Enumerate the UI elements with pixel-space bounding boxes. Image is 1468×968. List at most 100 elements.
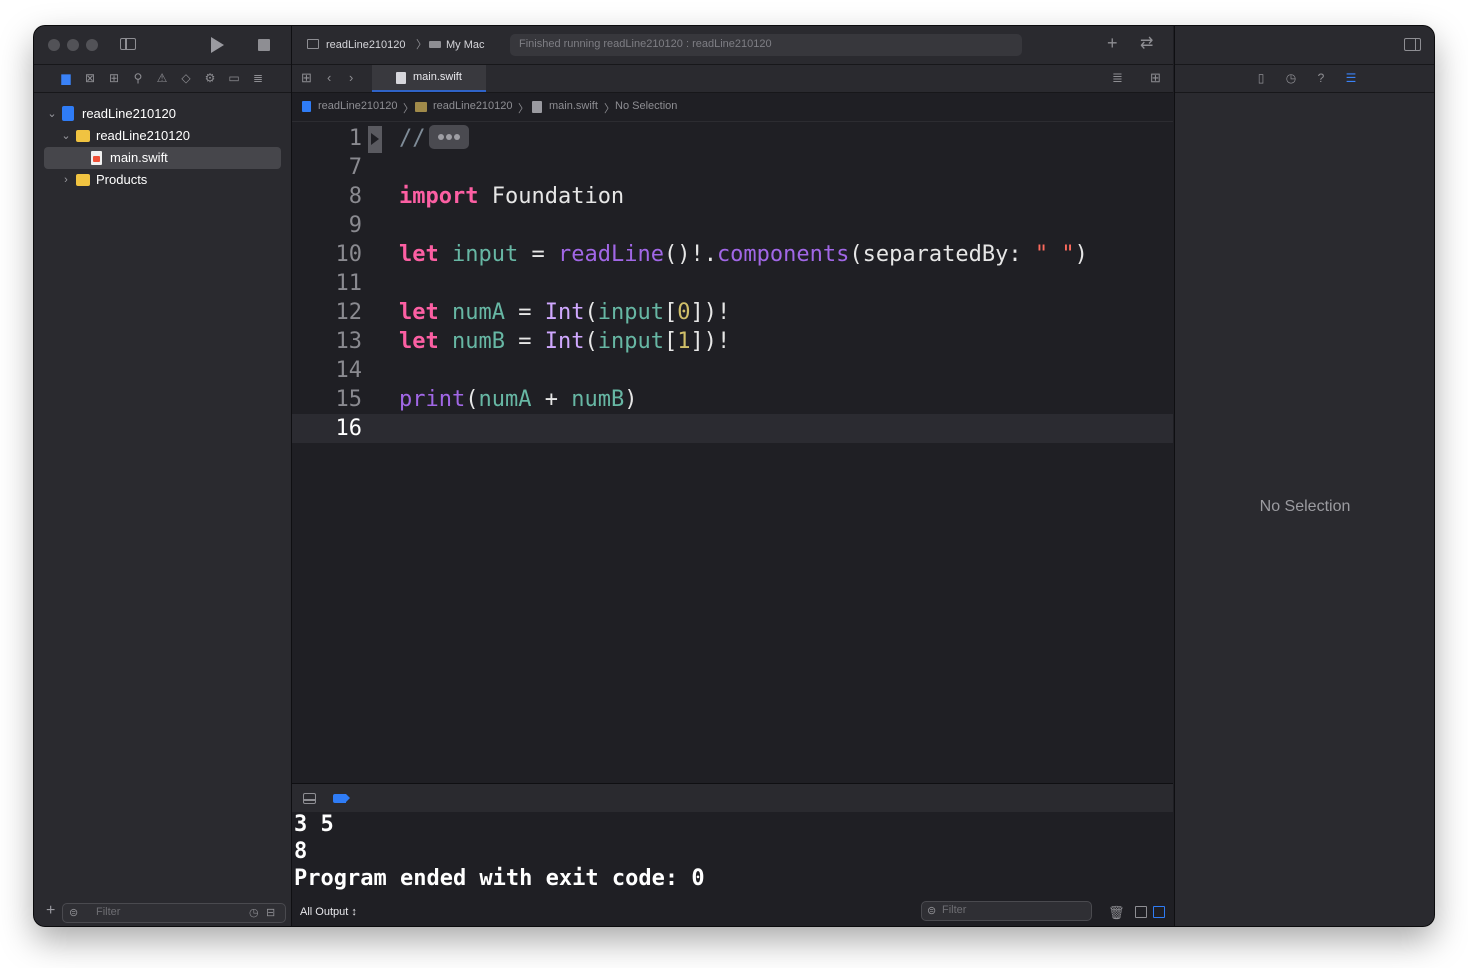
breadcrumb-symbol[interactable]: No Selection bbox=[615, 100, 677, 112]
code-text: let input = readLine()!.components(separ… bbox=[399, 240, 1088, 269]
tab-main-swift[interactable]: main.swift bbox=[372, 65, 486, 92]
activity-view: Finished running readLine210120 : readLi… bbox=[510, 34, 1022, 56]
issue-navigator-warning-icon[interactable]: ⚠ bbox=[155, 71, 169, 85]
quick-help-icon[interactable]: ? bbox=[1314, 71, 1328, 85]
code-line[interactable]: 1 // bbox=[292, 124, 1173, 153]
mac-destination-icon bbox=[429, 41, 441, 48]
code-line[interactable]: 7 bbox=[292, 153, 1173, 182]
swift-file-icon bbox=[532, 101, 542, 113]
folded-code-ellipsis-icon[interactable] bbox=[428, 125, 469, 149]
code-line[interactable]: 14 bbox=[292, 356, 1173, 385]
code-token: [ bbox=[663, 300, 678, 325]
code-token: ) bbox=[1074, 242, 1088, 267]
split-editor-icon[interactable]: ⊞ bbox=[1150, 71, 1161, 85]
symbol-navigator-icon[interactable]: ⊞ bbox=[107, 71, 121, 85]
code-text: import Foundation bbox=[399, 182, 624, 211]
sidebar-toggle-icon[interactable] bbox=[120, 38, 136, 50]
line-number: 13 bbox=[335, 329, 363, 354]
forward-chevron-icon[interactable]: › bbox=[349, 71, 353, 85]
breadcrumb-project[interactable]: readLine210120 bbox=[318, 100, 398, 112]
zoom-window-button[interactable] bbox=[86, 39, 98, 51]
inspector-toggle-icon[interactable] bbox=[1404, 38, 1421, 51]
test-navigator-diamond-icon[interactable]: ◇ bbox=[179, 71, 193, 85]
debug-navigator-icon[interactable]: ⚙ bbox=[203, 71, 217, 85]
folder-icon bbox=[76, 174, 90, 186]
code-line[interactable]: 12 let numA = Int(input[0])! bbox=[292, 298, 1173, 327]
code-token: ) bbox=[624, 387, 638, 412]
code-line[interactable]: 8 import Foundation bbox=[292, 182, 1173, 211]
history-clock-icon[interactable]: ◷ bbox=[1284, 71, 1298, 85]
activity-status: Finished running readLine210120 : readLi… bbox=[519, 38, 772, 50]
breadcrumb-file[interactable]: main.swift bbox=[549, 100, 598, 112]
code-token: numA bbox=[452, 300, 505, 325]
show-console-view-icon[interactable] bbox=[1153, 906, 1165, 918]
show-changed-files-icon[interactable]: ⊟ bbox=[266, 906, 275, 919]
recent-files-clock-icon[interactable]: ◷ bbox=[249, 906, 259, 919]
close-window-button[interactable] bbox=[48, 39, 60, 51]
chevron-right-icon[interactable]: › bbox=[60, 169, 72, 191]
console-output[interactable]: 3 5 8 Program ended with exit code: 0 bbox=[292, 812, 1173, 899]
add-icon[interactable]: + bbox=[46, 902, 55, 920]
run-destination: My Mac bbox=[446, 39, 485, 51]
code-review-arrows-icon[interactable]: ⇄ bbox=[1140, 36, 1153, 52]
breadcrumb-group[interactable]: readLine210120 bbox=[433, 100, 513, 112]
code-token: " " bbox=[1034, 242, 1075, 267]
breakpoint-navigator-tag-icon[interactable]: ▭ bbox=[227, 71, 241, 85]
code-token: ( bbox=[584, 329, 598, 354]
editor-area: readLine210120 〉 My Mac Finished running… bbox=[292, 26, 1173, 926]
code-line[interactable]: 13 let numB = Int(input[1])! bbox=[292, 327, 1173, 356]
source-editor[interactable]: 1//7 8 import Foundation 9 10 let input = rea… bbox=[292, 122, 1173, 782]
code-line[interactable]: 15 print(numA + numB) bbox=[292, 385, 1173, 414]
trash-icon[interactable]: 🗑 bbox=[1108, 906, 1125, 920]
related-items-grid-icon[interactable]: ⊞ bbox=[301, 71, 312, 85]
find-navigator-search-icon[interactable]: ⚲ bbox=[131, 71, 145, 85]
source-control-icon[interactable]: ⊠ bbox=[83, 71, 97, 85]
show-variables-view-icon[interactable] bbox=[1135, 906, 1147, 918]
filter-options-icon[interactable]: ⊜ bbox=[69, 906, 78, 919]
console-filter-field[interactable]: ⊜ Filter bbox=[921, 901, 1092, 921]
project-navigator-folder-icon[interactable]: ▆ bbox=[59, 71, 73, 85]
tree-item-main-swift[interactable]: main.swift bbox=[44, 147, 281, 169]
editor-options-icon[interactable]: ≣ bbox=[1112, 71, 1123, 85]
minimize-window-button[interactable] bbox=[67, 39, 79, 51]
attributes-inspector-icon[interactable]: ☰ bbox=[1344, 71, 1358, 85]
project-icon bbox=[302, 101, 311, 112]
tree-item-products[interactable]: › Products bbox=[44, 169, 281, 191]
file-inspector-icon[interactable]: ▯ bbox=[1254, 71, 1268, 85]
chevron-down-icon[interactable]: ⌄ bbox=[46, 103, 58, 125]
folder-icon bbox=[76, 130, 90, 142]
code-line[interactable]: 11 bbox=[292, 269, 1173, 298]
tree-item-group-folder[interactable]: ⌄ readLine210120 bbox=[44, 125, 281, 147]
scheme-name: readLine210120 bbox=[326, 39, 406, 51]
code-line[interactable]: 9 bbox=[292, 211, 1173, 240]
code-token: (separatedBy: bbox=[849, 242, 1035, 267]
tree-item-label: main.swift bbox=[110, 150, 168, 165]
line-number: 15 bbox=[335, 387, 363, 412]
console-line: Program ended with exit code: 0 bbox=[294, 866, 705, 891]
code-line[interactable]: 10 let input = readLine()!.components(sep… bbox=[292, 240, 1173, 269]
scheme-separator-icon: 〉 bbox=[416, 39, 427, 51]
code-token: // bbox=[399, 126, 426, 151]
code-token: [ bbox=[663, 329, 678, 354]
line-number: 14 bbox=[335, 358, 363, 383]
line-number: 12 bbox=[335, 300, 363, 325]
code-token: + bbox=[531, 387, 572, 412]
swift-file-icon bbox=[91, 151, 102, 165]
line-number: 11 bbox=[335, 271, 363, 296]
fold-ribbon-icon[interactable] bbox=[368, 126, 382, 153]
report-navigator-icon[interactable]: ≣ bbox=[251, 71, 265, 85]
run-button[interactable] bbox=[211, 37, 224, 53]
output-selector[interactable]: All Output ↕ bbox=[300, 906, 357, 918]
chevron-down-icon[interactable]: ⌄ bbox=[60, 125, 72, 147]
line-number: 10 bbox=[335, 242, 363, 267]
navigator-filter-field[interactable]: ⊜ Filter ◷ ⊟ bbox=[62, 903, 286, 923]
add-library-plus-icon[interactable]: + bbox=[1107, 34, 1118, 52]
stop-button[interactable] bbox=[258, 39, 270, 51]
breakpoints-toggle-icon[interactable] bbox=[333, 794, 346, 803]
code-line[interactable]: 16 bbox=[292, 414, 1173, 443]
tree-item-project[interactable]: ⌄ readLine210120 bbox=[44, 103, 281, 125]
project-icon bbox=[62, 106, 74, 121]
hide-debug-area-icon[interactable] bbox=[303, 793, 316, 804]
code-token: ])! bbox=[690, 329, 731, 354]
back-chevron-icon[interactable]: ‹ bbox=[327, 71, 331, 85]
